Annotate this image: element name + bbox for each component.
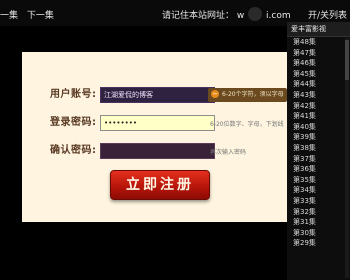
domain-mask-icon xyxy=(248,7,263,21)
episode-item[interactable]: 第29集 xyxy=(287,238,350,249)
episode-item[interactable]: 第44集 xyxy=(287,79,350,90)
episode-item[interactable]: 第43集 xyxy=(287,90,350,101)
password-hint: 6-20位数字、字母，下划线 xyxy=(210,121,284,128)
episode-item[interactable]: 第47集 xyxy=(287,48,350,59)
episode-item[interactable]: 第39集 xyxy=(287,132,350,143)
password-label: 登录密码: xyxy=(50,117,97,128)
confirm-row: 确认密码: 再次输入密码 xyxy=(22,143,287,159)
username-hint: 6-20个字符，须以字母 xyxy=(222,91,284,98)
password-input[interactable] xyxy=(100,115,215,131)
notice-domain-start: w xyxy=(236,11,245,21)
register-panel: 用户账号: −6-20个字符，须以字母 登录密码: 6-20位数字、字母，下划线… xyxy=(22,52,287,222)
register-submit-button[interactable]: 立即注册 xyxy=(110,170,210,200)
info-icon: − xyxy=(211,89,219,98)
episode-item[interactable]: 第30集 xyxy=(287,228,350,239)
episode-item[interactable]: 第42集 xyxy=(287,101,350,112)
toggle-list-button[interactable]: 开/关列表 xyxy=(308,8,347,21)
sidebar-title: 爱丰富影视 xyxy=(287,22,350,37)
confirm-label: 确认密码: xyxy=(50,145,97,156)
episode-nav: 一集 下一集 xyxy=(0,8,60,21)
scrollbar-thumb[interactable] xyxy=(345,40,349,80)
episode-item[interactable]: 第45集 xyxy=(287,69,350,80)
episode-item[interactable]: 第34集 xyxy=(287,185,350,196)
password-row: 登录密码: 6-20位数字、字母，下划线 xyxy=(22,115,287,131)
episode-item[interactable]: 第46集 xyxy=(287,58,350,69)
episode-list: 第48集 第47集 第46集 第45集 第44集 第43集 第42集 第41集 … xyxy=(287,37,350,249)
prev-episode-link[interactable]: 一集 xyxy=(0,11,18,21)
episode-item[interactable]: 第38集 xyxy=(287,143,350,154)
episode-item[interactable]: 第41集 xyxy=(287,111,350,122)
episode-item[interactable]: 第35集 xyxy=(287,175,350,186)
username-row: 用户账号: −6-20个字符，须以字母 xyxy=(22,87,287,103)
sidebar-scrollbar[interactable] xyxy=(345,38,349,278)
confirm-hint: 再次输入密码 xyxy=(210,149,247,156)
episode-sidebar: 爱丰富影视 第48集 第47集 第46集 第45集 第44集 第43集 第42集… xyxy=(287,22,350,280)
episode-item[interactable]: 第40集 xyxy=(287,122,350,133)
episode-item[interactable]: 第36集 xyxy=(287,164,350,175)
notice-domain-end: i.com xyxy=(266,11,291,21)
notice-prefix: 请记住本站网址： xyxy=(162,11,235,21)
episode-item[interactable]: 第48集 xyxy=(287,37,350,48)
confirm-password-input[interactable] xyxy=(100,143,215,159)
username-input[interactable] xyxy=(100,87,215,103)
next-episode-link[interactable]: 下一集 xyxy=(27,11,54,21)
username-hint-bubble: −6-20个字符，须以字母 xyxy=(208,88,287,102)
episode-item[interactable]: 第33集 xyxy=(287,196,350,207)
episode-item[interactable]: 第37集 xyxy=(287,154,350,165)
site-url-notice: 请记住本站网址： w i.com xyxy=(162,7,291,21)
episode-item[interactable]: 第32集 xyxy=(287,207,350,218)
username-label: 用户账号: xyxy=(50,89,97,100)
episode-item[interactable]: 第31集 xyxy=(287,217,350,228)
